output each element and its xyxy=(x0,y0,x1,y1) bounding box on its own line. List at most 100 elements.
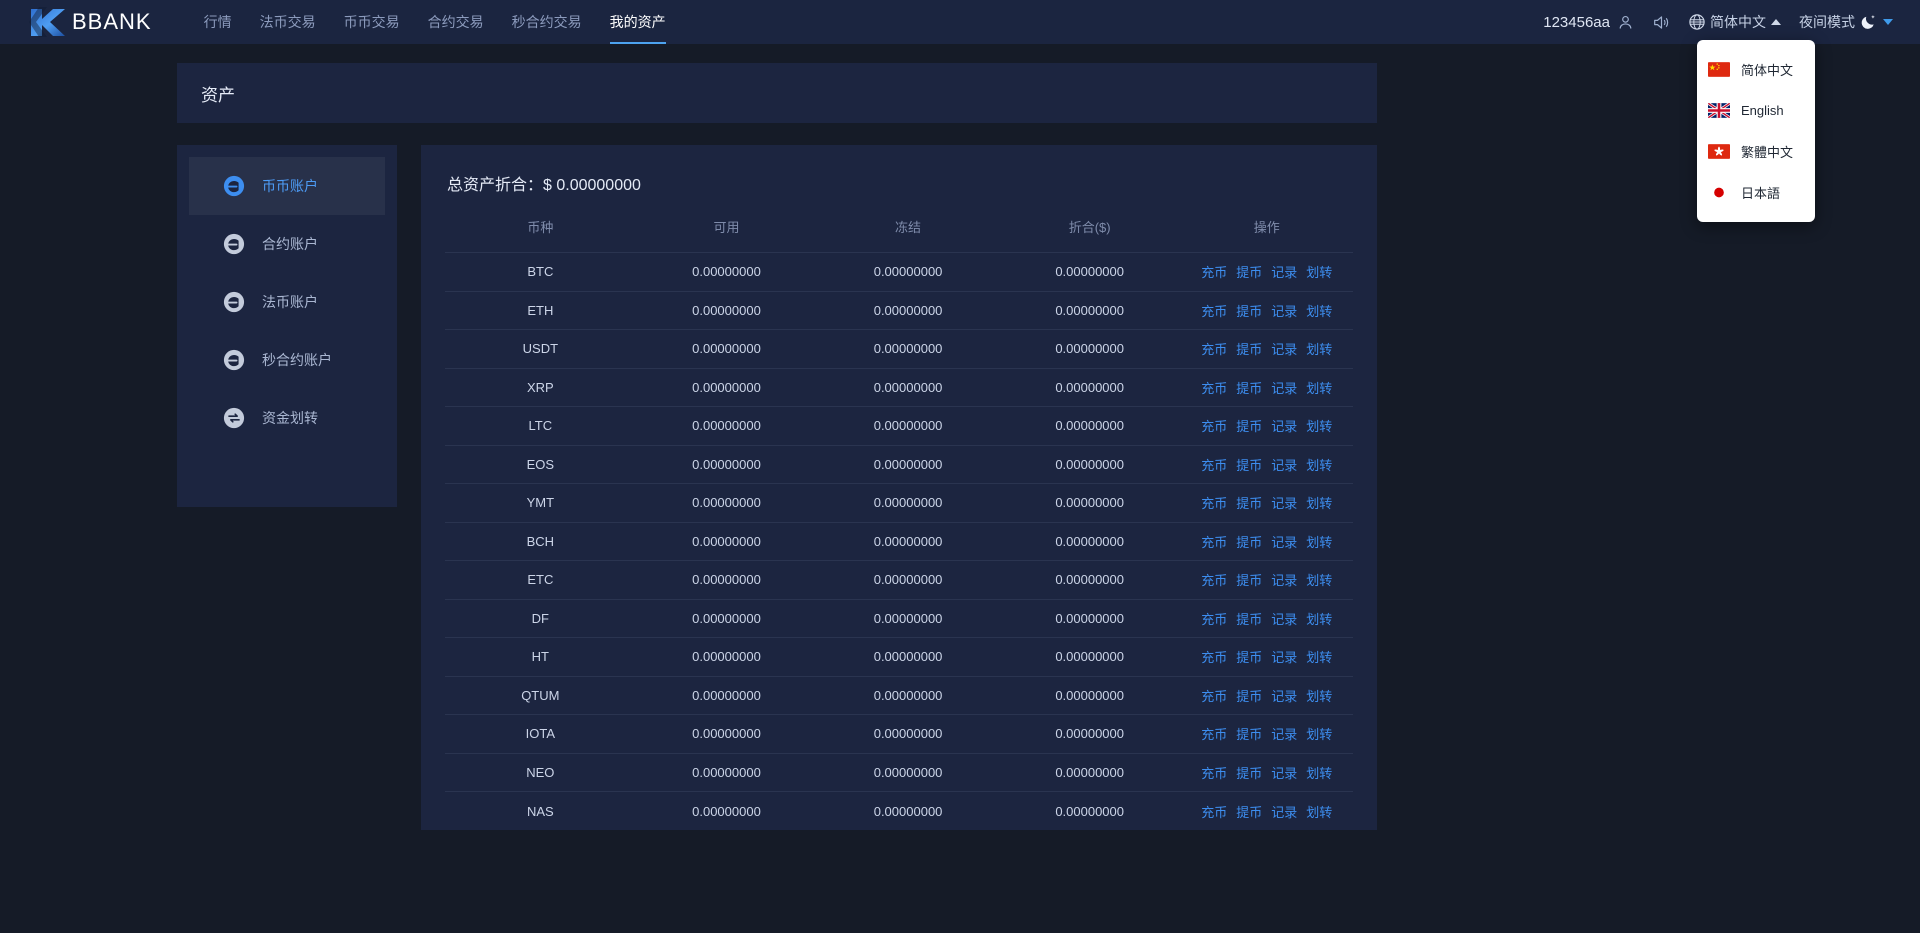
records-link[interactable]: 记录 xyxy=(1271,724,1297,743)
available-cell: 0.00000000 xyxy=(635,521,818,561)
records-link[interactable]: 记录 xyxy=(1271,262,1297,281)
transfer-link[interactable]: 划转 xyxy=(1306,686,1332,705)
converted-cell: 0.00000000 xyxy=(998,752,1181,792)
language-option-japanese[interactable]: 日本語 xyxy=(1697,172,1815,213)
nav-item-my-assets[interactable]: 我的资产 xyxy=(596,0,680,44)
transfer-link[interactable]: 划转 xyxy=(1306,647,1332,666)
sound-icon xyxy=(1652,14,1671,31)
records-link[interactable]: 记录 xyxy=(1271,455,1297,474)
night-mode-switcher[interactable]: 夜间模式 xyxy=(1790,0,1902,44)
language-option-english[interactable]: English xyxy=(1697,90,1815,131)
withdraw-link[interactable]: 提币 xyxy=(1236,686,1262,705)
deposit-link[interactable]: 充币 xyxy=(1201,262,1227,281)
withdraw-link[interactable]: 提币 xyxy=(1236,339,1262,358)
sidebar-item-fund-transfer[interactable]: 资金划转 xyxy=(189,389,385,447)
sidebar-item-contract-account[interactable]: 合约账户 xyxy=(189,215,385,273)
transfer-link[interactable]: 划转 xyxy=(1306,570,1332,589)
records-link[interactable]: 记录 xyxy=(1271,378,1297,397)
coin-cell: EOS xyxy=(445,444,636,484)
deposit-link[interactable]: 充币 xyxy=(1201,301,1227,320)
deposit-link[interactable]: 充币 xyxy=(1201,647,1227,666)
deposit-link[interactable]: 充币 xyxy=(1201,339,1227,358)
withdraw-link[interactable]: 提币 xyxy=(1236,724,1262,743)
brand-logo[interactable]: BBANK xyxy=(28,0,152,44)
deposit-link[interactable]: 充币 xyxy=(1201,416,1227,435)
language-option-simplified-chinese[interactable]: 简体中文 xyxy=(1697,49,1815,90)
nav-item-contract-trade[interactable]: 合约交易 xyxy=(414,0,498,44)
table-row: BCH 0.00000000 0.00000000 0.00000000 充币 提币 记录划… xyxy=(445,521,1353,561)
transfer-link[interactable]: 划转 xyxy=(1306,301,1332,320)
language-option-traditional-chinese[interactable]: 繁體中文 xyxy=(1697,131,1815,172)
operations-cell: 充币 提币 记录 划转 xyxy=(1180,367,1353,407)
records-link[interactable]: 记录 xyxy=(1271,609,1297,628)
records-link[interactable]: 记录 xyxy=(1271,763,1297,782)
available-cell: 0.00000000 xyxy=(635,675,818,715)
sidebar-item-second-contract-account[interactable]: 秒合约账户 xyxy=(189,331,385,389)
transfer-link[interactable]: 划转 xyxy=(1306,493,1332,512)
deposit-link[interactable]: 充币 xyxy=(1201,802,1227,821)
withdraw-link[interactable]: 提币 xyxy=(1236,301,1262,320)
withdraw-link[interactable]: 提币 xyxy=(1236,493,1262,512)
withdraw-link[interactable]: 提币 xyxy=(1236,455,1262,474)
transfer-link[interactable]: 划转 xyxy=(1306,609,1332,628)
transfer-link[interactable]: 划转 xyxy=(1306,455,1332,474)
transfer-link[interactable]: 划转 xyxy=(1306,378,1332,397)
transfer-link[interactable]: 划转 xyxy=(1306,532,1332,551)
deposit-link[interactable]: 充币 xyxy=(1201,724,1227,743)
language-switcher[interactable]: 简体中文 xyxy=(1680,0,1790,44)
records-link[interactable]: 记录 xyxy=(1271,301,1297,320)
sidebar-item-fiat-account[interactable]: 法币账户 xyxy=(189,273,385,331)
table-row: ETH 0.00000000 0.00000000 0.00000000 充币 提币 记录划… xyxy=(445,290,1353,330)
records-link[interactable]: 记录 xyxy=(1271,532,1297,551)
withdraw-link[interactable]: 提币 xyxy=(1236,802,1262,821)
account-menu[interactable]: 123456aa xyxy=(1534,0,1643,44)
withdraw-link[interactable]: 提币 xyxy=(1236,763,1262,782)
column-header-converted: 折合($) xyxy=(1068,220,1111,235)
deposit-link[interactable]: 充币 xyxy=(1201,493,1227,512)
coin-cell: XRP xyxy=(445,367,636,407)
withdraw-link[interactable]: 提币 xyxy=(1236,262,1262,281)
nav-item-second-contract-trade[interactable]: 秒合约交易 xyxy=(498,0,596,44)
deposit-link[interactable]: 充币 xyxy=(1201,532,1227,551)
transfer-link[interactable]: 划转 xyxy=(1306,262,1332,281)
withdraw-link[interactable]: 提币 xyxy=(1236,647,1262,666)
deposit-link[interactable]: 充币 xyxy=(1201,378,1227,397)
deposit-link[interactable]: 充币 xyxy=(1201,455,1227,474)
transfer-link[interactable]: 划转 xyxy=(1306,339,1332,358)
deposit-link[interactable]: 充币 xyxy=(1201,609,1227,628)
records-link[interactable]: 记录 xyxy=(1271,647,1297,666)
nav-item-markets[interactable]: 行情 xyxy=(190,0,246,44)
withdraw-link[interactable]: 提币 xyxy=(1236,416,1262,435)
sidebar-item-coin-account[interactable]: 币币账户 xyxy=(189,157,385,215)
transfer-link[interactable]: 划转 xyxy=(1306,763,1332,782)
coin-cell: NEO xyxy=(445,752,636,792)
header-right-tools: 123456aa 简体中文 夜间模式 xyxy=(1534,0,1920,44)
records-link[interactable]: 记录 xyxy=(1271,493,1297,512)
withdraw-link[interactable]: 提币 xyxy=(1236,609,1262,628)
available-cell: 0.00000000 xyxy=(635,791,818,830)
records-link[interactable]: 记录 xyxy=(1271,416,1297,435)
table-row: USDT 0.00000000 0.00000000 0.00000000 充币 提币 记录… xyxy=(445,329,1353,368)
transfer-link[interactable]: 划转 xyxy=(1306,724,1332,743)
row-actions: 充币 提币 记录 划转 xyxy=(1180,378,1353,397)
deposit-link[interactable]: 充币 xyxy=(1201,763,1227,782)
converted-cell: 0.00000000 xyxy=(998,290,1181,330)
records-link[interactable]: 记录 xyxy=(1271,802,1297,821)
nav-item-fiat-trade[interactable]: 法币交易 xyxy=(246,0,330,44)
records-link[interactable]: 记录 xyxy=(1271,339,1297,358)
withdraw-link[interactable]: 提币 xyxy=(1236,532,1262,551)
deposit-link[interactable]: 充币 xyxy=(1201,570,1227,589)
sound-toggle-button[interactable] xyxy=(1643,0,1680,44)
transfer-link[interactable]: 划转 xyxy=(1306,416,1332,435)
nav-item-coin-trade[interactable]: 币币交易 xyxy=(330,0,414,44)
deposit-link[interactable]: 充币 xyxy=(1201,686,1227,705)
frozen-cell: 0.00000000 xyxy=(817,560,999,599)
converted-cell: 0.00000000 xyxy=(998,637,1181,676)
k-logo-icon xyxy=(28,5,68,39)
records-link[interactable]: 记录 xyxy=(1271,686,1297,705)
withdraw-link[interactable]: 提币 xyxy=(1236,570,1262,589)
records-link[interactable]: 记录 xyxy=(1271,570,1297,589)
sidebar-item-label: 币币账户 xyxy=(262,178,318,194)
transfer-link[interactable]: 划转 xyxy=(1306,802,1332,821)
withdraw-link[interactable]: 提币 xyxy=(1236,378,1262,397)
